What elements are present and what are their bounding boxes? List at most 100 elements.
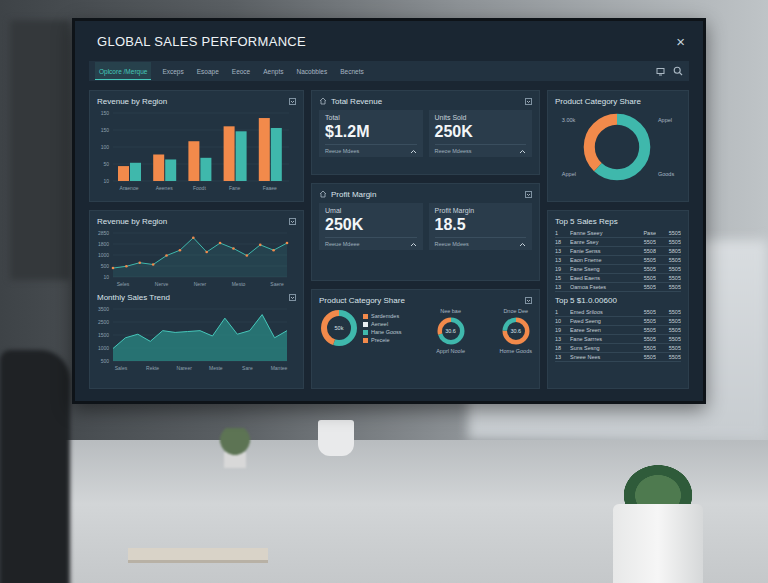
table-row[interactable]: 13Fanie Senss55085805	[555, 247, 681, 256]
line-point[interactable]	[246, 254, 249, 257]
donut-row: 50kSardemdesAeneelHane GoossPreceieNee b…	[319, 308, 532, 354]
table-cell: Sneee Nees	[570, 354, 631, 360]
chevron-up-icon[interactable]	[519, 149, 526, 154]
kpi-tile: Umal250KReeue Mdeee	[319, 203, 423, 250]
bar[interactable]	[165, 159, 176, 181]
chevron-up-icon[interactable]	[519, 242, 526, 247]
line-series	[113, 238, 287, 268]
donut-caption: Home Goods	[500, 348, 532, 354]
kpi-note-text: Reeoe Mdeess	[435, 148, 472, 154]
legend-label: Sardemdes	[371, 313, 399, 319]
dropdown-icon[interactable]	[289, 98, 296, 105]
line-point[interactable]	[205, 251, 208, 254]
close-button[interactable]: ×	[676, 34, 685, 49]
axis-tick: 150	[101, 110, 110, 116]
line-point[interactable]	[125, 265, 128, 268]
table-cell: 5505	[634, 345, 656, 351]
bar[interactable]	[188, 141, 199, 181]
tab[interactable]: Becnets	[338, 62, 366, 80]
chevron-up-icon[interactable]	[410, 149, 417, 154]
line-point[interactable]	[179, 249, 182, 252]
kpi-value: 250K	[325, 216, 417, 234]
kpi-value: 250K	[435, 123, 527, 141]
kpi-label: Umal	[325, 207, 417, 214]
tab[interactable]: Aenpts	[261, 62, 285, 80]
donut-label: 3.00k	[562, 117, 576, 123]
line-point[interactable]	[232, 247, 235, 250]
table-row[interactable]: 10Fwed Seeng55055505	[555, 317, 681, 326]
legend-item: Hane Gooss	[363, 329, 402, 335]
donut-chart: 30.6	[501, 316, 531, 346]
table-cell: 5505	[634, 354, 656, 360]
donut-item: 50kSardemdesAeneelHane GoossPreceie	[319, 308, 402, 348]
table-row[interactable]: 1Emed Sriloos55055505	[555, 308, 681, 317]
table-row[interactable]: 13Sneee Nees55055505	[555, 353, 681, 362]
dropdown-icon[interactable]	[525, 98, 532, 105]
tab[interactable]: Esoape	[195, 62, 221, 80]
line-point[interactable]	[165, 254, 168, 257]
axis-tick: 500	[101, 358, 110, 364]
table-row[interactable]: 13Oamoa Fsetes55055505	[555, 283, 681, 292]
axis-tick: 100	[101, 144, 110, 150]
donut-heading: Nee bae	[440, 308, 461, 314]
dropdown-icon[interactable]	[525, 297, 532, 304]
panel-header: Top 5 Sales Reps	[555, 216, 681, 226]
tab[interactable]: Eeoce	[230, 62, 252, 80]
dropdown-icon[interactable]	[525, 191, 532, 198]
line-point[interactable]	[219, 242, 222, 245]
table-row[interactable]: 19Fane Sseng55055505	[555, 265, 681, 274]
kpi-tile: Units Sold250KReeoe Mdeess	[429, 110, 533, 157]
table-row[interactable]: 13Fane Sarrres55055505	[555, 335, 681, 344]
bar[interactable]	[271, 128, 282, 181]
axis-tick: 3500	[98, 306, 109, 312]
line-point[interactable]	[272, 249, 275, 252]
table-row[interactable]: 15Eaed Eaens55055505	[555, 274, 681, 283]
search-icon[interactable]	[673, 66, 683, 76]
line-point[interactable]	[138, 261, 141, 264]
table-row[interactable]: 13Eaon Fneme55055505	[555, 256, 681, 265]
line-point[interactable]	[112, 267, 115, 270]
category-label: Araenoe	[120, 185, 139, 191]
table-cell: 5505	[659, 354, 681, 360]
kpi-label: Total	[325, 114, 417, 121]
line-point[interactable]	[286, 242, 289, 245]
table-row[interactable]: 1Fanne SseeyPase5505	[555, 229, 681, 238]
tab[interactable]: Nacobbles	[294, 62, 329, 80]
bar[interactable]	[153, 154, 164, 181]
bar[interactable]	[130, 163, 141, 181]
bar-chart: 1501501005010AraenoeAeenesFoodtFaneFaaee	[93, 109, 292, 195]
line-point[interactable]	[192, 236, 195, 239]
table-row[interactable]: 18Suns Sesng55055505	[555, 344, 681, 353]
line-point[interactable]	[152, 263, 155, 266]
line-point[interactable]	[259, 244, 262, 247]
panel-header: Product Category Share	[319, 295, 532, 305]
category-label: Faaee	[263, 185, 277, 191]
donut-segment[interactable]	[589, 119, 645, 175]
table-row[interactable]: 18Eanre Ssey55055505	[555, 238, 681, 247]
bar[interactable]	[200, 158, 211, 181]
revenue-bar-panel: Revenue by Region1501501005010AraenoeAee…	[89, 90, 304, 202]
bar[interactable]	[259, 118, 270, 181]
bar[interactable]	[224, 126, 235, 181]
axis-tick: 1800	[98, 241, 109, 247]
tab[interactable]: Exceps	[160, 62, 185, 80]
total-revenue-panel: Total RevenueTotal$1.2MReeue MdeesUnits …	[311, 90, 540, 175]
donut-chart	[580, 110, 654, 184]
table-cell: 5505	[659, 345, 681, 351]
line-chart: 28501800100050010SelesNerveNererMestoSae…	[93, 229, 292, 289]
bar[interactable]	[236, 131, 247, 181]
chevron-up-icon[interactable]	[410, 242, 417, 247]
dropdown-icon[interactable]	[289, 218, 296, 225]
axis-tick: 1000	[98, 252, 109, 258]
axis-label: Saere	[270, 281, 284, 287]
dropdown-icon[interactable]	[289, 294, 296, 301]
donut-segment[interactable]	[589, 119, 645, 175]
axis-label: Nareer	[177, 365, 193, 371]
screen-icon[interactable]	[656, 67, 665, 76]
legend-item: Aeneel	[363, 321, 402, 327]
bar[interactable]	[118, 166, 129, 181]
tab[interactable]: Oplcore /Merque	[95, 62, 151, 80]
panel-title: Top 5 $1.0.00600	[555, 296, 617, 305]
table-cell: Eaon Fneme	[570, 257, 631, 263]
table-row[interactable]: 19Earee Sreen55055505	[555, 326, 681, 335]
